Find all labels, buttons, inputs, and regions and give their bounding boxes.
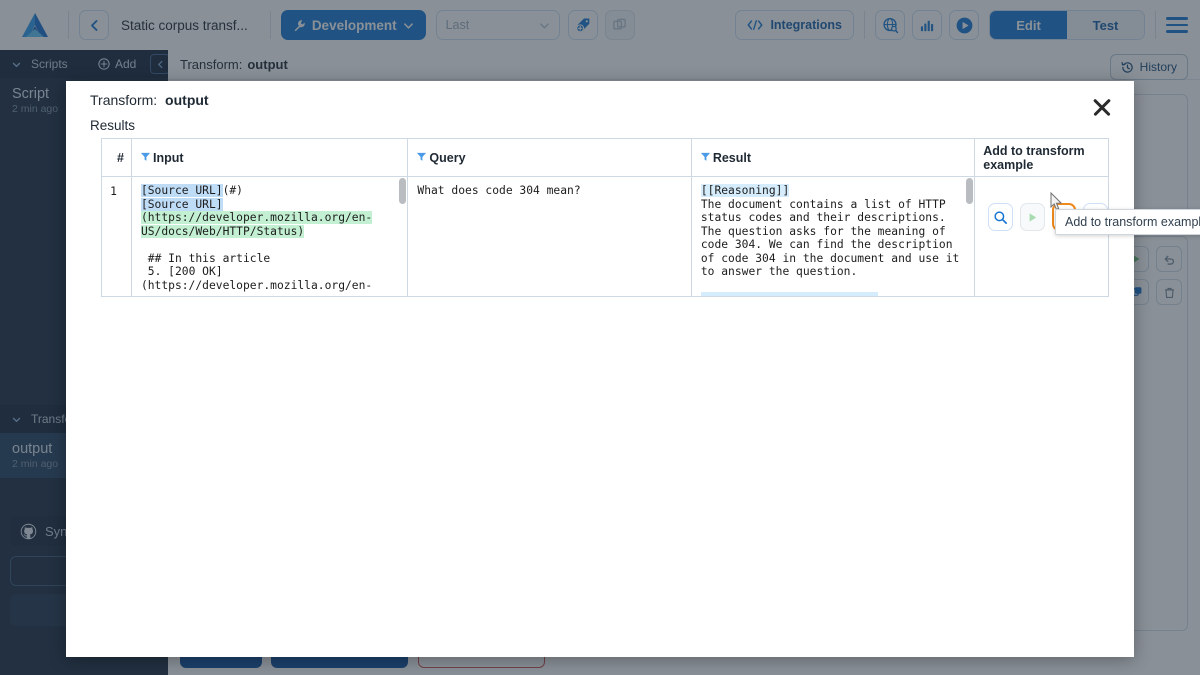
close-icon[interactable]	[1090, 95, 1114, 119]
filter-icon[interactable]	[140, 151, 151, 165]
actions-cell	[975, 177, 1108, 296]
play-icon	[1026, 211, 1039, 224]
tooltip-text: Add to transform example	[1065, 215, 1200, 229]
results-table: # Input Query	[101, 138, 1109, 297]
modal-title: Transform: output	[90, 92, 209, 108]
query-text: What does code 304 mean?	[417, 184, 681, 198]
tooltip: Add to transform example	[1055, 209, 1200, 235]
result-text: [[Reasoning]] The document contains a li…	[701, 184, 965, 296]
input-cell[interactable]: [Source URL](#) [Source URL] (https://de…	[132, 177, 408, 296]
results-label: Results	[90, 118, 135, 133]
column-header-label: Input	[153, 151, 184, 165]
app-root: Static corpus transf... Development Last	[0, 0, 1200, 675]
search-icon	[993, 210, 1008, 225]
input-scrollbar[interactable]	[399, 178, 406, 295]
column-header-label: Query	[429, 151, 465, 165]
result-cell[interactable]: [[Reasoning]] The document contains a li…	[692, 177, 975, 296]
modal-title-name: output	[165, 92, 209, 108]
transform-results-modal: Transform: output Results # Input	[66, 81, 1134, 657]
modal-title-prefix: Transform:	[90, 92, 157, 108]
column-header-label: Result	[713, 151, 751, 165]
table-header-row: # Input Query	[102, 139, 1108, 177]
row-number-cell: 1	[102, 177, 132, 296]
inspect-button[interactable]	[988, 203, 1013, 231]
table-row: 1 [Source URL](#) [Source URL] (https://…	[102, 177, 1108, 296]
input-text: [Source URL](#) [Source URL] (https://de…	[141, 184, 398, 292]
column-header-query[interactable]: Query	[408, 139, 691, 176]
filter-icon[interactable]	[416, 151, 427, 165]
column-header-input[interactable]: Input	[132, 139, 408, 176]
column-header-number[interactable]: #	[102, 139, 132, 176]
column-header-result[interactable]: Result	[692, 139, 975, 176]
filter-icon[interactable]	[700, 151, 711, 165]
result-scrollbar[interactable]	[966, 178, 973, 295]
column-header-actions: Add to transform example	[975, 139, 1108, 176]
row-number: 1	[102, 177, 124, 199]
run-row-button[interactable]	[1020, 203, 1045, 231]
query-cell[interactable]: What does code 304 mean?	[408, 177, 691, 296]
